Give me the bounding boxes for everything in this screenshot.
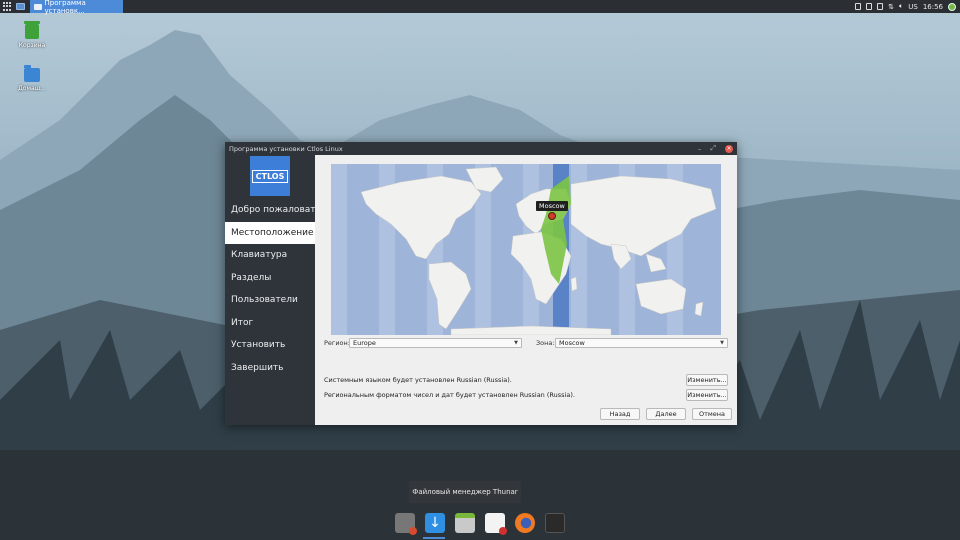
step-location: Местоположение — [225, 221, 315, 244]
cancel-button[interactable]: Отмена — [692, 408, 732, 420]
ctlos-logo: CTLOS — [250, 156, 290, 196]
home-folder-icon — [24, 65, 40, 82]
chevron-down-icon: ▼ — [720, 340, 724, 346]
desktop-icon-label: Домаш... — [18, 85, 46, 92]
location-pin-icon[interactable] — [548, 212, 556, 220]
change-format-button[interactable]: Изменить... — [686, 389, 728, 401]
region-label: Регион: — [324, 339, 350, 347]
window-icon — [34, 3, 42, 10]
settings-app-icon[interactable] — [395, 513, 417, 535]
trash-icon — [24, 21, 40, 39]
step-summary: Итог — [231, 317, 254, 328]
desktop-icon-home[interactable]: Домаш... — [14, 65, 50, 92]
text-editor-icon[interactable] — [485, 513, 507, 535]
installer-content: Moscow Регион: Europe ▼ Зона: Moscow ▼ С… — [315, 155, 737, 425]
network-icon[interactable]: ⇅ — [888, 3, 894, 11]
zone-value: Moscow — [559, 339, 585, 347]
step-keyboard: Клавиатура — [231, 250, 288, 260]
back-button[interactable]: Назад — [600, 408, 640, 420]
taskbar-window-title: Программа установк... — [44, 0, 86, 15]
next-button[interactable]: Далее — [646, 408, 686, 420]
minimize-icon[interactable]: – — [698, 145, 702, 153]
close-icon[interactable]: × — [725, 144, 733, 153]
region-select[interactable]: Europe ▼ — [349, 338, 522, 348]
language-info-text: Системным языком будет установлен Russia… — [324, 376, 512, 384]
terminal-icon[interactable] — [545, 513, 565, 533]
step-users: Пользователи — [231, 295, 298, 305]
thunar-file-manager-icon[interactable] — [455, 513, 475, 533]
installer-window: Программа установки Ctlos Linux – ⤢ × CT… — [225, 142, 737, 425]
step-welcome: Добро пожаловать — [231, 205, 315, 215]
installer-steps: Добро пожаловать Местоположение Клавиату… — [225, 199, 315, 379]
zone-label: Зона: — [536, 339, 555, 347]
change-language-button[interactable]: Изменить... — [686, 374, 728, 386]
region-value: Europe — [353, 339, 376, 347]
step-finish: Завершить — [231, 362, 284, 373]
timezone-tooltip: Moscow — [536, 201, 568, 211]
updates-icon[interactable] — [948, 2, 956, 11]
top-panel: Программа установк... ⇅ 🔈︎ US 16:56 — [0, 0, 960, 15]
step-partitions: Разделы — [231, 272, 272, 283]
format-info-text: Региональным форматом чисел и дат будет … — [324, 391, 575, 399]
window-title: Программа установки Ctlos Linux — [229, 144, 343, 153]
desktop-icon-trash[interactable]: Корзина — [14, 21, 50, 49]
timezone-map[interactable]: Moscow — [331, 164, 721, 335]
zone-select[interactable]: Moscow ▼ — [555, 338, 728, 348]
volume-icon[interactable]: 🔈︎ — [899, 2, 903, 11]
dock-active-indicator — [423, 537, 445, 539]
installer-sidebar: CTLOS Добро пожаловать Местоположение Кл… — [225, 155, 315, 425]
power-manager-icon[interactable] — [866, 3, 873, 10]
installer-icon[interactable] — [425, 513, 445, 533]
taskbar-window-button[interactable]: Программа установк... — [30, 0, 123, 15]
window-titlebar[interactable]: Программа установки Ctlos Linux – ⤢ × — [225, 142, 737, 155]
firefox-icon[interactable] — [515, 513, 535, 533]
keyboard-layout[interactable]: US — [908, 3, 918, 11]
logo-text: CTLOS — [251, 169, 289, 183]
clipboard-icon[interactable] — [855, 3, 862, 10]
dock — [389, 508, 573, 538]
applications-menu-icon[interactable] — [3, 2, 12, 11]
battery-icon[interactable] — [877, 3, 884, 10]
maximize-icon[interactable]: ⤢ — [710, 144, 716, 153]
clock[interactable]: 16:56 — [923, 3, 943, 11]
step-install: Установить — [231, 340, 286, 350]
desktop-icon-label: Корзина — [18, 42, 46, 49]
dock-tooltip: Файловый менеджер Thunar — [409, 481, 521, 503]
chevron-down-icon: ▼ — [514, 340, 518, 346]
show-desktop-icon[interactable] — [16, 3, 25, 10]
world-map — [331, 164, 717, 335]
